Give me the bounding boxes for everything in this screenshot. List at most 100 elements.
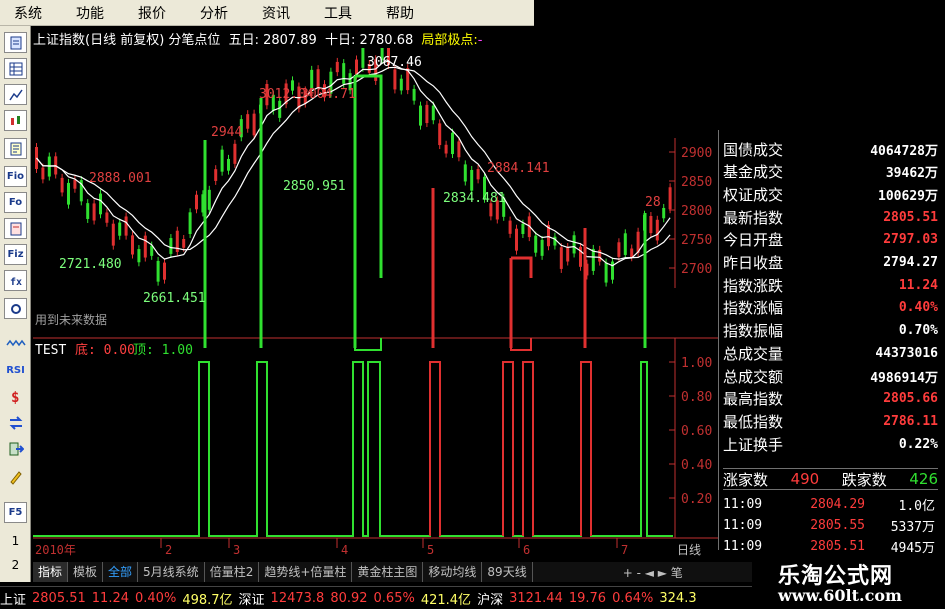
- quote-row: 国债成交 4064728万: [723, 138, 938, 160]
- kline-chart[interactable]: 29002850280027502700 3067.463012.043004.…: [33, 48, 718, 562]
- quote-label: 总成交量: [723, 344, 784, 363]
- line-chart-icon[interactable]: [4, 84, 27, 105]
- indicator-top-value: 顶: 1.00: [133, 343, 193, 358]
- candle-body: [252, 113, 256, 136]
- fiz-icon[interactable]: Fiz: [4, 244, 27, 265]
- indicator-tab[interactable]: 移动均线: [423, 562, 483, 582]
- status-value: 324.3: [659, 590, 697, 606]
- candle-body: [566, 246, 570, 262]
- candle-body: [470, 169, 474, 191]
- status-value: 421.4亿: [420, 592, 472, 608]
- candle-body: [105, 212, 109, 223]
- status-value: 0.64%: [612, 590, 654, 606]
- test-pulse: [640, 361, 648, 536]
- quote-label: 今日开盘: [723, 231, 784, 250]
- indicator-tab[interactable]: 倍量柱2: [205, 562, 260, 582]
- candle-body: [393, 69, 397, 90]
- fio-icon[interactable]: Fio: [4, 166, 27, 187]
- candle-body: [163, 262, 166, 280]
- period-label: 日线: [677, 543, 701, 557]
- candle-body: [425, 104, 429, 124]
- candle-body: [342, 63, 346, 84]
- arrows-icon[interactable]: [4, 412, 27, 433]
- lower-pane: TEST 底: 0.00顶: 1.00 1.00 0.80 0.60 0.40 0.20 20…: [33, 338, 712, 557]
- menu-analysis[interactable]: 分析: [200, 3, 228, 23]
- f5-icon[interactable]: F5: [4, 502, 27, 523]
- quote-panel: 国债成交 4064728万 基金成交 39462万 权证成交 100629万 最新指数 280…: [718, 130, 945, 556]
- menu-help[interactable]: 帮助: [386, 3, 414, 23]
- report-icon[interactable]: [4, 138, 27, 159]
- candle-body: [92, 203, 96, 221]
- dollar-icon-glyph: $: [11, 390, 19, 405]
- quote-value: 0.40%: [898, 300, 938, 316]
- candle-body: [515, 228, 518, 251]
- page-icon[interactable]: [4, 32, 27, 53]
- svg-text:$: $: [11, 390, 19, 405]
- extreme-point-label: 2721.480: [59, 257, 122, 272]
- page-2-button[interactable]: 2: [4, 554, 27, 575]
- exit-icon[interactable]: [4, 438, 27, 459]
- rsi-icon[interactable]: RSI: [4, 360, 27, 381]
- quote-label: 总成交额: [723, 367, 784, 386]
- candle-body: [67, 182, 70, 205]
- status-value: 3121.44: [509, 590, 563, 606]
- page-1-button[interactable]: 1: [4, 530, 27, 551]
- test-pulse: [352, 361, 364, 536]
- quote-row: 基金成交 39462万: [723, 161, 938, 183]
- formula-icon[interactable]: fx: [4, 270, 27, 291]
- bookmark-icon[interactable]: [4, 218, 27, 239]
- quote-row: 今日开盘 2797.03: [723, 229, 938, 251]
- quote-label: 昨日收盘: [723, 254, 784, 272]
- indicator-tab[interactable]: 模板: [68, 562, 104, 582]
- extreme-point-label: 3004.71: [301, 87, 356, 102]
- quote-row: 指数振幅 0.70%: [723, 320, 938, 342]
- indicator-tab[interactable]: 89天线: [482, 562, 533, 582]
- extreme-point-label: 3067.46: [367, 55, 422, 70]
- candle-body: [444, 144, 448, 154]
- pencil-icon[interactable]: [4, 466, 27, 487]
- menu-function[interactable]: 功能: [76, 3, 104, 23]
- candle-body: [534, 235, 538, 253]
- menu-system[interactable]: 系统: [14, 3, 42, 23]
- settings-icon[interactable]: [4, 298, 27, 319]
- candlestick-icon[interactable]: [4, 110, 27, 131]
- arrows-icon-glyph: [9, 415, 22, 430]
- quote-row: 总成交量 44373016: [723, 342, 938, 364]
- dollar-icon[interactable]: $: [4, 386, 27, 407]
- quote-row: 权证成交 100629万: [723, 183, 938, 205]
- candle-body: [60, 177, 64, 193]
- left-toolbar: Fio Fo Fiz fx RSI $ F5 1 2 3: [0, 26, 31, 596]
- settings-icon-glyph: [10, 303, 21, 314]
- fo-icon[interactable]: Fo: [4, 192, 27, 213]
- indicator-tab[interactable]: 趋势线+倍量柱: [259, 562, 353, 582]
- xaxis-month: 5: [427, 543, 434, 557]
- status-value: 0.40%: [135, 590, 177, 606]
- tick-time: 11:09: [723, 497, 763, 512]
- menu-tools[interactable]: 工具: [324, 3, 352, 23]
- candle-body: [195, 194, 198, 210]
- quote-row: 指数涨幅 0.40%: [723, 297, 938, 319]
- candle-body: [630, 248, 634, 258]
- candle-body: [137, 249, 141, 263]
- extreme-point-label: 2944: [211, 125, 242, 140]
- chart-title: 上证指数(日线 前复权) 分笔点位: [33, 33, 221, 48]
- grid-icon[interactable]: [4, 58, 27, 79]
- indicator-tab[interactable]: 黄金柱主图: [352, 562, 424, 582]
- tick-price: 2805.55: [810, 518, 865, 533]
- test-pulse: [198, 361, 210, 536]
- indicator-tab[interactable]: 全部: [103, 562, 139, 582]
- quote-value: 2786.11: [883, 413, 938, 429]
- candle-body: [617, 242, 621, 257]
- menu-news[interactable]: 资讯: [262, 3, 290, 23]
- tab-navigation[interactable]: + - ◄ ► 笔: [623, 564, 683, 581]
- quote-value: 2797.03: [883, 232, 938, 248]
- indicator-tab[interactable]: 5月线系统: [138, 562, 205, 582]
- test-pulse: [522, 361, 534, 536]
- status-value: 上证: [0, 592, 27, 608]
- quote-value: 2805.51: [883, 209, 938, 225]
- quote-label: 最新指数: [723, 208, 784, 227]
- indicator-tab[interactable]: 指标: [33, 562, 69, 582]
- wave-icon[interactable]: [4, 332, 27, 353]
- upper-axis-label: 2750: [681, 233, 712, 248]
- menu-quote[interactable]: 报价: [138, 3, 166, 23]
